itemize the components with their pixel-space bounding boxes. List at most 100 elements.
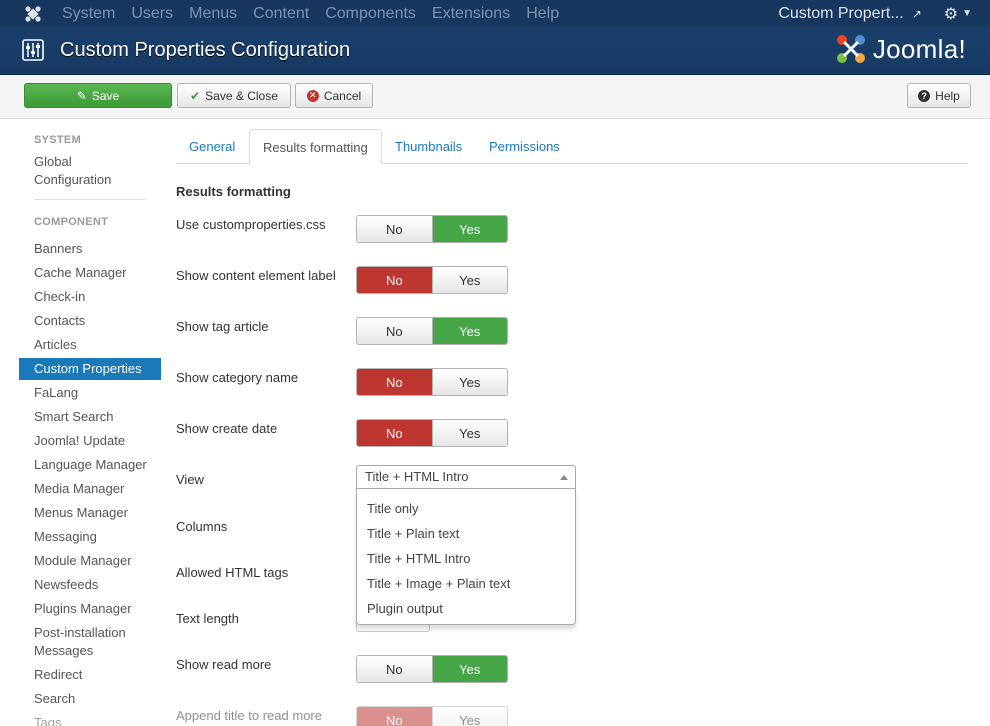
toggle-yes[interactable]: Yes: [432, 318, 507, 344]
options-icon: [22, 39, 44, 61]
field-label: Append title to read more: [176, 708, 322, 723]
sidebar-item[interactable]: Tags: [19, 711, 161, 726]
site-link[interactable]: Custom Propert...: [778, 5, 903, 23]
toggle-no[interactable]: No: [357, 216, 433, 242]
menu-extensions[interactable]: Extensions: [432, 0, 510, 27]
sidebar-item[interactable]: Media Manager: [19, 477, 161, 501]
toggle-yes[interactable]: Yes: [432, 369, 507, 395]
global-config-line2: Configuration: [34, 172, 112, 187]
global-config-line1: Global: [34, 154, 72, 169]
sidebar-item[interactable]: Menus Manager: [19, 501, 161, 525]
menu-system[interactable]: System: [62, 0, 115, 27]
sidebar-item-global-configuration[interactable]: Global Configuration: [19, 153, 161, 189]
toggle-no[interactable]: No: [357, 369, 433, 395]
cancel-icon: ✕: [306, 89, 319, 102]
joomla-icon[interactable]: [18, 0, 48, 27]
sidebar-item[interactable]: Redirect: [19, 663, 161, 687]
section-title: Results formatting: [176, 184, 291, 199]
columns-label: Columns: [176, 519, 228, 534]
joomla-wordmark: Joomla!: [872, 33, 966, 64]
question-icon: ?: [918, 89, 931, 102]
dropdown-option[interactable]: Title + Image + Plain text: [357, 571, 575, 596]
toggle-no[interactable]: No: [357, 267, 433, 293]
field-label: Show create date: [176, 421, 278, 436]
sidebar-item[interactable]: Banners: [19, 237, 161, 261]
dropdown-option[interactable]: Title + Plain text: [357, 521, 575, 546]
tab-thumbnails[interactable]: Thumbnails: [382, 129, 475, 164]
sidebar-item-active[interactable]: Custom Properties: [19, 358, 161, 380]
sidebar-divider: [34, 199, 145, 200]
sidebar-item[interactable]: Cache Manager: [19, 261, 161, 285]
tab-results-formatting[interactable]: Results formatting: [249, 129, 382, 165]
toggle-use-css: No Yes: [356, 215, 508, 243]
page-title: Custom Properties Configuration: [60, 39, 351, 61]
sidebar-item[interactable]: Articles: [19, 333, 161, 357]
sidebar-item[interactable]: FaLang: [19, 381, 161, 405]
menu-help[interactable]: Help: [526, 0, 559, 27]
menu-menus[interactable]: Menus: [189, 0, 237, 27]
toggle-yes[interactable]: Yes: [432, 267, 507, 293]
post-install-line2: Messages: [34, 643, 94, 658]
dropdown-option[interactable]: Title only: [357, 496, 575, 521]
toggle-yes[interactable]: Yes: [432, 216, 507, 242]
sidebar-heading-component: COMPONENT: [34, 216, 109, 228]
toggle-yes[interactable]: Yes: [432, 656, 507, 682]
toggle-no[interactable]: No: [357, 420, 433, 446]
dropdown-option[interactable]: Title + HTML Intro: [357, 546, 575, 571]
help-label: Help: [935, 88, 960, 103]
edit-icon: ✎: [76, 88, 87, 103]
sidebar-item[interactable]: Newsfeeds: [19, 573, 161, 597]
sidebar-item[interactable]: Contacts: [19, 309, 161, 333]
toggle-no[interactable]: No: [357, 318, 433, 344]
toggle-no[interactable]: No: [357, 707, 433, 726]
toggle-no[interactable]: No: [357, 656, 433, 682]
text-length-label: Text length: [176, 611, 239, 626]
sidebar-heading-system: SYSTEM: [34, 134, 82, 146]
view-label: View: [176, 472, 204, 487]
menu-content[interactable]: Content: [253, 0, 309, 27]
field-label: Use customproperties.css: [176, 217, 326, 232]
toggle-append-title: No Yes: [356, 706, 508, 726]
toggle-yes[interactable]: Yes: [432, 420, 507, 446]
field-label: Show content element label: [176, 268, 336, 283]
sidebar-item[interactable]: Language Manager: [19, 453, 161, 477]
view-selected-value: Title + HTML Intro: [365, 469, 469, 484]
check-icon: ✔: [190, 88, 201, 103]
sidebar-item[interactable]: Messaging: [19, 525, 161, 549]
chevron-up-icon: [560, 475, 568, 480]
dropdown-option[interactable]: Plugin output: [357, 596, 575, 621]
sidebar-item[interactable]: Search: [19, 687, 161, 711]
caret-down-icon[interactable]: ▼: [962, 8, 972, 19]
view-select[interactable]: Title + HTML Intro: [356, 465, 576, 489]
field-label: Show read more: [176, 657, 272, 672]
field-label: Show category name: [176, 370, 299, 385]
cancel-label: Cancel: [323, 88, 362, 103]
admin-navbar: System Users Menus Content Components Ex…: [0, 0, 990, 27]
toolbar: ✎ Save ✔ Save & Close ✕ Cancel ? Help: [0, 75, 990, 119]
gear-icon[interactable]: ⚙: [944, 4, 958, 24]
save-close-button[interactable]: ✔ Save & Close: [177, 83, 291, 108]
sidebar-item[interactable]: Plugins Manager: [19, 597, 161, 621]
external-link-icon[interactable]: ↗: [912, 7, 922, 21]
toggle-show-read-more: No Yes: [356, 655, 508, 683]
sidebar-item[interactable]: Joomla! Update: [19, 429, 161, 453]
sidebar-item[interactable]: Module Manager: [19, 549, 161, 573]
menu-users[interactable]: Users: [131, 0, 173, 27]
save-close-label: Save & Close: [205, 88, 278, 103]
sidebar-item[interactable]: Smart Search: [19, 405, 161, 429]
toggle-category-name: No Yes: [356, 368, 508, 396]
cancel-button[interactable]: ✕ Cancel: [295, 83, 373, 108]
tab-general[interactable]: General: [176, 129, 248, 164]
sidebar-item-post-installation[interactable]: Post-installation Messages: [19, 624, 161, 660]
toggle-create-date: No Yes: [356, 419, 508, 447]
allowed-html-label: Allowed HTML tags: [176, 565, 289, 580]
tab-bar: General Results formatting Thumbnails Pe…: [176, 129, 968, 165]
sidebar-item[interactable]: Check-in: [19, 285, 161, 309]
tab-permissions[interactable]: Permissions: [476, 129, 573, 164]
save-button[interactable]: ✎ Save: [24, 83, 172, 108]
joomla-logo: Joomla!: [835, 33, 966, 65]
menu-components[interactable]: Components: [325, 0, 416, 27]
help-button[interactable]: ? Help: [907, 83, 971, 108]
toggle-yes[interactable]: Yes: [432, 707, 507, 726]
post-install-line1: Post-installation: [34, 625, 126, 640]
